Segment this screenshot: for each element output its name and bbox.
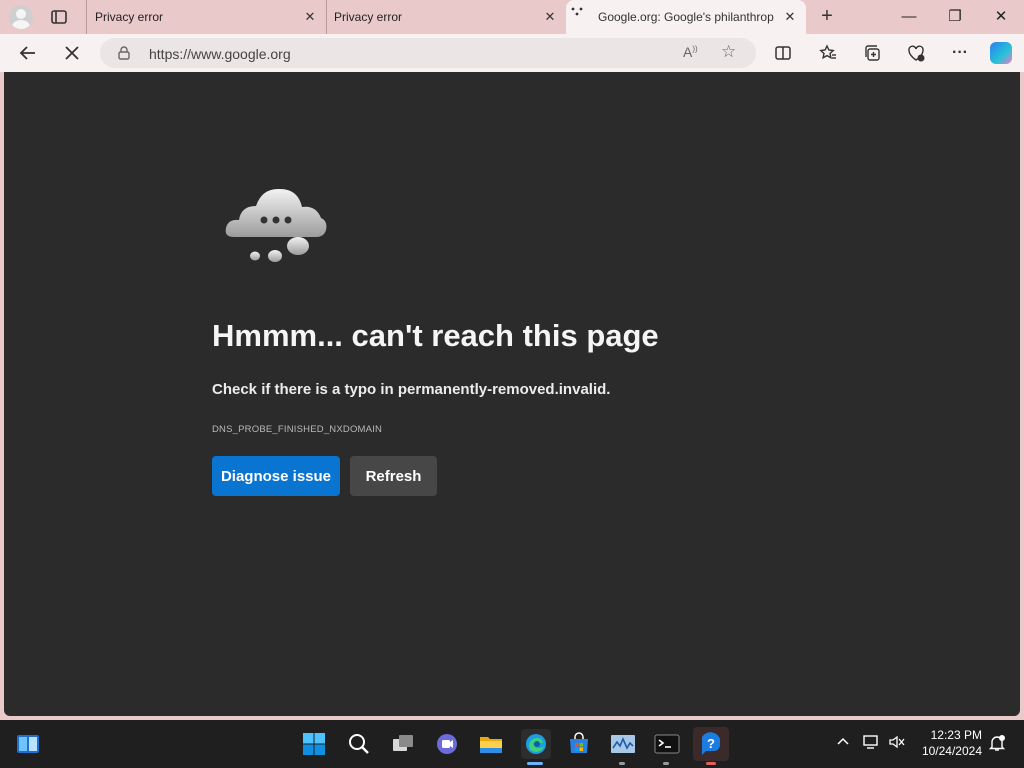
browser-essentials-icon[interactable] xyxy=(906,43,926,63)
split-screen-icon[interactable] xyxy=(773,43,793,63)
refresh-button[interactable]: Refresh xyxy=(350,456,437,496)
search-icon[interactable] xyxy=(345,730,373,758)
taskbar: ? 12:23 PM 10/24/2024 xyxy=(0,720,1024,768)
error-heading: Hmmm... can't reach this page xyxy=(212,318,659,353)
tab-label: Google.org: Google's philanthrop xyxy=(598,10,774,24)
error-message: Check if there is a typo in permanently-… xyxy=(212,381,611,398)
tab-actions-icon[interactable] xyxy=(50,8,68,26)
diagnose-issue-button[interactable]: Diagnose issue xyxy=(212,456,340,496)
svg-text:?: ? xyxy=(707,736,715,751)
lock-icon[interactable] xyxy=(118,46,130,60)
minimize-icon[interactable]: — xyxy=(898,6,920,28)
notifications-icon[interactable] xyxy=(988,734,1006,756)
tab-privacy-error-2[interactable]: Privacy error ✕ xyxy=(326,0,566,34)
edge-active-indicator xyxy=(527,762,543,765)
address-url[interactable]: https://www.google.org xyxy=(149,46,291,62)
tab-label: Privacy error xyxy=(95,10,164,24)
tab-google-org[interactable]: Google.org: Google's philanthrop ✕ xyxy=(566,0,806,34)
clock-date: 10/24/2024 xyxy=(921,744,982,758)
stop-loading-icon[interactable] xyxy=(62,43,82,63)
system-clock[interactable]: 12:23 PM 10/24/2024 xyxy=(918,727,982,759)
store-icon[interactable] xyxy=(565,730,593,758)
teams-icon[interactable] xyxy=(433,730,461,758)
widgets-icon[interactable] xyxy=(14,730,42,758)
cloud-illustration-icon xyxy=(220,185,330,265)
volume-muted-icon[interactable] xyxy=(888,734,906,754)
network-icon[interactable] xyxy=(862,734,880,754)
error-code: DNS_PROBE_FINISHED_NXDOMAIN xyxy=(212,424,383,435)
close-tab-icon[interactable]: ✕ xyxy=(542,9,558,25)
address-bar[interactable]: https://www.google.org A)) ☆ xyxy=(100,38,756,68)
edge-icon[interactable] xyxy=(521,729,551,759)
clock-time: 12:23 PM xyxy=(930,728,982,742)
restore-icon[interactable]: ❐ xyxy=(944,6,966,28)
copilot-icon[interactable] xyxy=(990,42,1012,64)
settings-more-icon[interactable]: ··· xyxy=(950,43,970,63)
favorites-icon[interactable] xyxy=(818,43,838,63)
task-manager-icon[interactable] xyxy=(609,730,637,758)
new-tab-icon[interactable]: + xyxy=(816,6,838,28)
close-window-icon[interactable]: ✕ xyxy=(990,6,1012,28)
terminal-icon[interactable] xyxy=(653,730,681,758)
close-tab-icon[interactable]: ✕ xyxy=(782,9,798,25)
title-bar: Privacy error ✕ Privacy error ✕ Google.o… xyxy=(0,0,1024,34)
task-view-icon[interactable] xyxy=(389,730,417,758)
toolbar: https://www.google.org A)) ☆ ··· xyxy=(0,34,1024,72)
read-aloud-icon[interactable]: A)) xyxy=(683,44,698,60)
help-icon[interactable]: ? xyxy=(693,727,729,761)
close-tab-icon[interactable]: ✕ xyxy=(302,9,318,25)
terminal-indicator xyxy=(663,762,669,765)
file-explorer-icon[interactable] xyxy=(477,730,505,758)
back-icon[interactable] xyxy=(18,43,38,63)
profile-avatar-icon[interactable] xyxy=(9,5,33,29)
start-icon[interactable] xyxy=(300,730,328,758)
loading-icon xyxy=(570,7,584,21)
show-hidden-icons-icon[interactable] xyxy=(836,734,850,752)
collections-icon[interactable] xyxy=(862,43,882,63)
add-favorite-icon[interactable]: ☆ xyxy=(721,42,736,62)
task-manager-indicator xyxy=(619,762,625,765)
tab-label: Privacy error xyxy=(334,10,403,24)
help-indicator xyxy=(706,762,716,765)
tab-privacy-error-1[interactable]: Privacy error ✕ xyxy=(86,0,326,34)
